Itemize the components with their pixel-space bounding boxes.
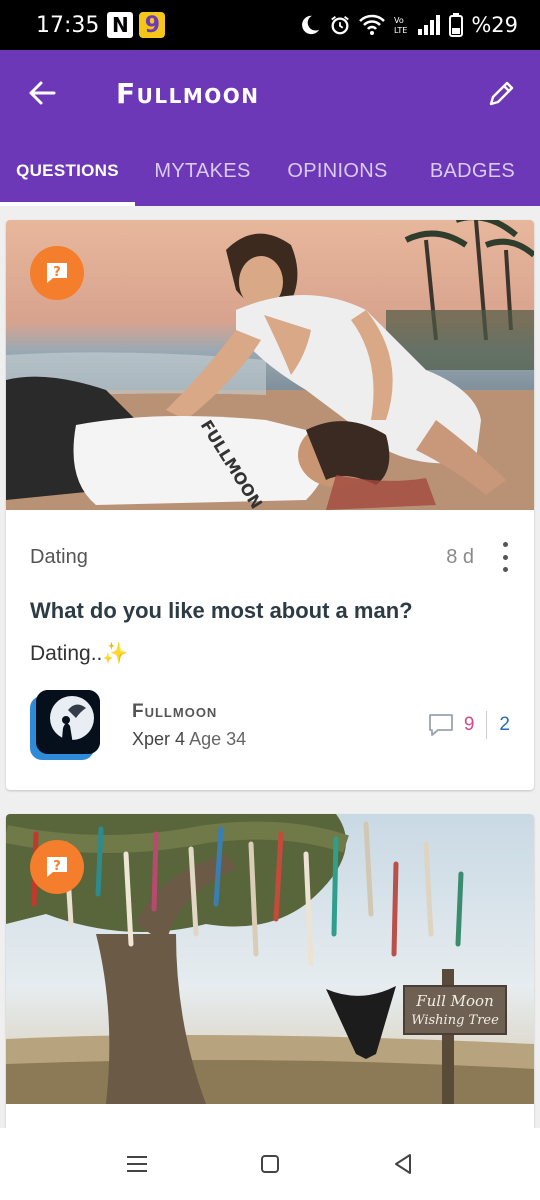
battery-percent: %29 [471,13,518,37]
battery-icon [449,13,464,37]
question-image[interactable]: FULLMOON ? [6,220,534,510]
question-feed: FULLMOON ? Dating 8 d What do you like m… [0,206,540,1130]
svg-text:?: ? [53,265,61,280]
author-name[interactable]: Fullmoon [132,701,246,723]
alarm-icon [331,16,350,35]
comment-icon [428,714,453,736]
author-info: Fullmoon Xper 4 Age 34 [132,701,246,750]
beach-couple-image: FULLMOON [6,220,534,510]
tab-mytakes[interactable]: MYTAKES [135,136,270,206]
tab-questions[interactable]: QUESTIONS [0,136,135,206]
volte-icon: VoLTE [394,16,407,35]
post-time: 8 d [446,545,474,568]
svg-text:Vo: Vo [394,16,404,25]
status-bar: 17:35 N 9 Vo LTE %29 [0,0,540,50]
tab-opinions[interactable]: OPINIONS [270,136,405,206]
system-nav-bar [0,1128,540,1200]
edit-button[interactable] [464,50,540,136]
sign-line-1: Full Moon [415,992,494,1010]
author-row: Fullmoon Xper 4 Age 34 9 2 [30,690,510,760]
app-bar: Fullmoon [0,50,540,136]
wifi-icon [359,14,386,35]
app-notification-icon: 9 [139,12,166,38]
question-badge: ? [30,246,84,300]
question-card[interactable]: FULLMOON ? Dating 8 d What do you like m… [6,220,534,790]
arrow-left-icon [29,81,56,105]
back-nav-button[interactable] [373,1139,433,1189]
xper-level: Xper 4 [132,728,186,749]
question-title[interactable]: What do you like most about a man? [30,598,510,624]
avatar[interactable] [30,690,100,760]
netflix-notification-icon: N [107,12,134,38]
question-badge: ? [30,840,84,894]
question-image[interactable]: Full Moon Wishing Tree ? [6,814,534,1104]
post-stats[interactable]: 9 2 [428,711,510,739]
menu-icon [126,1156,147,1172]
home-button[interactable] [240,1139,300,1189]
more-options-button[interactable] [500,542,510,572]
pencil-icon [489,81,514,106]
status-time: 17:35 [36,12,100,38]
page-title: Fullmoon [116,76,260,110]
question-card[interactable]: Full Moon Wishing Tree ? [6,814,534,1130]
moon-icon [302,15,320,35]
back-button[interactable] [2,50,82,136]
category-label[interactable]: Dating [30,546,88,569]
tab-bar: QUESTIONS MYTAKES OPINIONS BADGES [0,136,540,206]
question-description: Dating..✨ [30,642,129,665]
sign-line-2: Wishing Tree [411,1013,499,1028]
question-bubble-icon: ? [47,857,67,877]
stat-divider [486,711,488,739]
author-age: Age 34 [189,728,247,749]
triangle-back-icon [395,1154,412,1174]
card-body: Dating 8 d What do you like most about a… [6,520,534,760]
signal-icon [418,15,441,35]
wishing-tree-image: Full Moon Wishing Tree [6,814,534,1104]
svg-text:?: ? [53,859,61,874]
meta-row: Dating 8 d [30,520,510,594]
question-bubble-icon: ? [47,263,67,283]
author-details: Xper 4 Age 34 [132,729,246,750]
moon-avatar-image [36,690,100,754]
secondary-count: 2 [499,714,510,735]
recent-apps-button[interactable] [107,1139,167,1189]
status-icons: Vo LTE %29 [299,13,518,37]
square-icon [260,1155,279,1173]
tab-badges[interactable]: BADGES [405,136,540,206]
opinions-count: 9 [463,714,475,735]
svg-text:LTE: LTE [394,26,407,35]
